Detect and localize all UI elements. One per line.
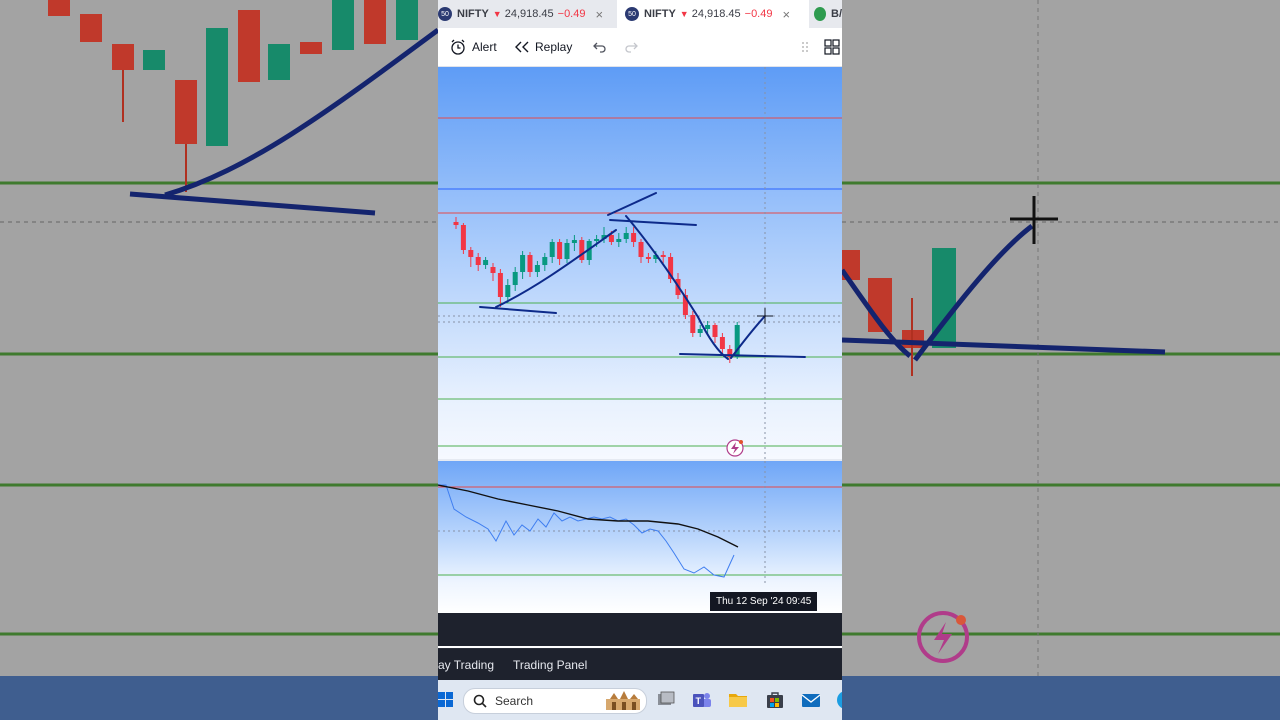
search-highlight-icon <box>606 691 640 710</box>
candle-body <box>719 337 725 349</box>
bottom-panel-strip <box>438 613 842 646</box>
candle-body <box>638 242 644 257</box>
alert-button[interactable]: Alert <box>449 38 497 56</box>
candle-body <box>660 255 666 257</box>
candle-body <box>623 233 629 239</box>
drawn-support-line[interactable] <box>479 306 557 314</box>
symbol-tab-2[interactable]: 50 NIFTY ▼ 24,918.45 −0.49 × <box>617 0 809 28</box>
nifty50-icon: 50 <box>625 7 639 21</box>
drag-handle[interactable] <box>801 41 809 53</box>
drawn-top-line-1[interactable] <box>607 192 657 216</box>
search-icon <box>473 694 487 708</box>
candle-body <box>616 239 622 242</box>
close-tab-icon[interactable]: × <box>782 7 790 22</box>
candle-body <box>697 329 703 333</box>
symbol-tab-bar: 50 NIFTY ▼ 24,918.45 −0.49 × 50 NIFTY ▼ … <box>438 0 842 28</box>
tab-price: 24,918.45 <box>504 8 554 20</box>
alert-label: Alert <box>472 40 497 54</box>
candle-body <box>549 242 555 257</box>
tab-trading[interactable]: ay Trading <box>438 658 494 672</box>
candle-body <box>542 257 548 265</box>
down-arrow-icon: ▼ <box>679 9 689 19</box>
candle-body <box>564 243 570 259</box>
oscillator-slow-line <box>438 484 739 548</box>
candle-body <box>631 233 637 242</box>
layout-button[interactable] <box>824 39 840 55</box>
oscillator-chart[interactable] <box>438 461 842 613</box>
close-tab-icon[interactable]: × <box>595 7 603 22</box>
store-icon[interactable] <box>765 690 785 710</box>
candle-body <box>712 325 718 337</box>
candle-body <box>690 315 696 333</box>
candle-body <box>490 267 496 273</box>
symbol-tab-1[interactable]: 50 NIFTY ▼ 24,918.45 −0.49 × <box>438 0 615 28</box>
replay-button[interactable]: Replay <box>514 40 572 54</box>
svg-text:T: T <box>696 696 702 706</box>
tab-change: −0.49 <box>557 8 586 20</box>
file-explorer-icon[interactable] <box>728 690 748 710</box>
tab-symbol: NIFTY <box>457 8 489 20</box>
candle-body <box>453 222 459 225</box>
teams-icon[interactable]: T <box>692 690 712 710</box>
tab-symbol: B/ <box>831 8 842 20</box>
candle-body <box>579 240 585 260</box>
tab-symbol: NIFTY <box>644 8 676 20</box>
undo-icon <box>593 42 606 53</box>
lightning-icon[interactable] <box>726 439 744 457</box>
alarm-clock-icon <box>451 39 465 55</box>
candle-body <box>534 265 540 272</box>
crosshair-date-label: Thu 12 Sep '24 09:45 <box>710 592 818 611</box>
replay-icon <box>515 41 529 53</box>
task-view-icon[interactable] <box>656 690 676 710</box>
symbol-tab-3[interactable]: B/ <box>810 0 842 28</box>
candle-body <box>557 242 563 259</box>
undo-button[interactable] <box>593 41 607 53</box>
candle-body <box>608 235 614 242</box>
drawn-top-line-2[interactable] <box>609 219 697 226</box>
candle-body <box>594 239 600 241</box>
drag-dots-icon <box>802 42 808 52</box>
replay-label: Replay <box>535 40 573 54</box>
price-chart[interactable] <box>438 67 842 459</box>
trading-app-window: 50 NIFTY ▼ 24,918.45 −0.49 × 50 NIFTY ▼ … <box>438 0 842 720</box>
candle-body <box>460 225 466 250</box>
candle-body <box>527 255 533 272</box>
exchange-icon <box>814 7 826 21</box>
nifty50-icon: 50 <box>438 7 452 21</box>
tab-price: 24,918.45 <box>691 8 741 20</box>
search-placeholder: Search <box>495 694 534 708</box>
os-taskbar: Search T <box>438 680 842 720</box>
candle-body <box>468 250 474 257</box>
candle-body <box>571 240 577 243</box>
edge-icon[interactable] <box>836 690 842 710</box>
mail-icon[interactable] <box>801 690 821 710</box>
bottom-tab-bar: ay Trading Trading Panel <box>438 648 842 681</box>
tab-trading-panel[interactable]: Trading Panel <box>513 658 587 672</box>
indicator-pane[interactable] <box>438 461 842 613</box>
redo-button[interactable] <box>624 41 638 53</box>
drawn-uptrend-line[interactable] <box>495 229 617 308</box>
chart-toolbar: Alert Replay <box>438 28 842 67</box>
candle-body <box>497 273 503 297</box>
trend-drawings[interactable] <box>479 192 806 360</box>
candle-body <box>645 257 651 259</box>
candle-body <box>520 255 526 272</box>
price-chart-pane[interactable] <box>438 67 842 459</box>
candle-body <box>705 325 711 329</box>
candle-body <box>483 260 489 265</box>
down-arrow-icon: ▼ <box>492 9 502 19</box>
windows-start-icon[interactable] <box>438 691 454 709</box>
candlestick-series <box>453 217 740 363</box>
taskbar-search[interactable]: Search <box>463 688 647 714</box>
candle-body <box>475 257 481 265</box>
candle-body <box>512 272 518 285</box>
tab-change: −0.49 <box>744 8 773 20</box>
layout-icon <box>824 39 840 55</box>
candle-body <box>505 285 511 297</box>
redo-icon <box>625 42 638 53</box>
